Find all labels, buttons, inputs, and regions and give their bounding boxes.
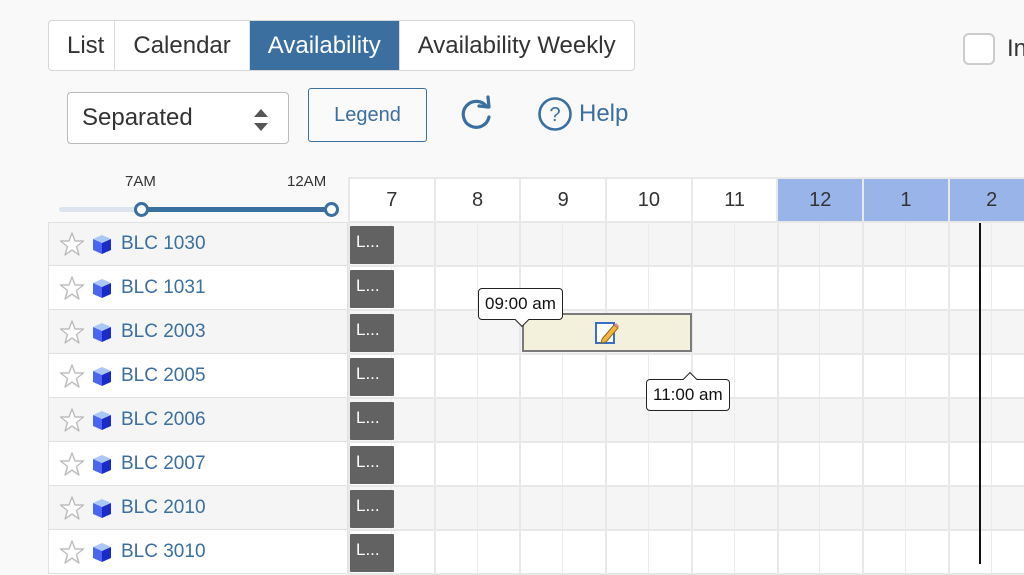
refresh-icon[interactable]: [457, 95, 495, 133]
view-tabs: List Calendar Availability Availability …: [48, 20, 635, 71]
favorite-star-icon[interactable]: [59, 231, 85, 257]
room-row: BLC 2003: [48, 310, 348, 354]
hour-header-cell: 1: [862, 177, 948, 223]
room-label-badge[interactable]: L...: [350, 270, 394, 308]
tab-calendar[interactable]: Calendar: [115, 21, 250, 70]
room-cube-icon: [93, 498, 111, 518]
grid-row: L...: [348, 531, 1024, 575]
room-row: BLC 2010: [48, 486, 348, 530]
range-end-handle[interactable]: [324, 202, 339, 217]
tab-list[interactable]: List: [49, 21, 116, 70]
favorite-star-icon[interactable]: [59, 275, 85, 301]
room-cube-icon: [93, 410, 111, 430]
hour-header: 7 8 9 10 11 12 1 2: [348, 177, 1024, 223]
room-list: BLC 1030 BLC 1031 BLC 2003 BLC 2005 BLC 2006…: [48, 222, 348, 574]
room-name-link[interactable]: BLC 2006: [121, 409, 206, 431]
booking-start-tooltip: 09:00 am: [478, 288, 563, 328]
room-cube-icon: [93, 542, 111, 562]
tab-availability-weekly[interactable]: Availability Weekly: [400, 21, 634, 70]
question-circle-icon: ?: [538, 97, 572, 131]
option-checkbox[interactable]: [963, 33, 995, 65]
room-label-badge[interactable]: L...: [350, 402, 394, 440]
hour-header-cell: 8: [433, 177, 520, 223]
room-label-badge[interactable]: L...: [350, 314, 394, 352]
grid-row: L...: [348, 487, 1024, 531]
booking-end-time: 11:00 am: [653, 385, 723, 404]
booking-end-tooltip: 11:00 am: [646, 371, 730, 411]
help-link[interactable]: ? Help: [537, 96, 628, 132]
room-row: BLC 1030: [48, 222, 348, 266]
legend-button[interactable]: Legend: [308, 88, 427, 142]
edit-pencil-icon[interactable]: [594, 320, 620, 346]
room-label-badge[interactable]: L...: [350, 358, 394, 396]
checkbox-label: In: [1007, 35, 1024, 62]
favorite-star-icon[interactable]: [59, 539, 85, 565]
grid-row: L...: [348, 267, 1024, 311]
room-cube-icon: [93, 235, 111, 254]
favorite-star-icon[interactable]: [59, 407, 85, 433]
room-row: BLC 2005: [48, 354, 348, 398]
hour-header-cell: 12: [776, 177, 863, 223]
range-start-handle[interactable]: [133, 202, 149, 217]
hour-header-cell: 9: [519, 177, 606, 223]
checkbox-option: In: [963, 33, 1024, 65]
booking-start-time: 09:00 am: [485, 294, 556, 313]
grid-row: L...: [348, 223, 1024, 267]
room-row: BLC 2006: [48, 398, 348, 442]
hour-header-cell: 10: [605, 177, 691, 223]
room-name-link[interactable]: BLC 2010: [121, 497, 206, 519]
range-start-label: 7AM: [125, 173, 156, 190]
view-mode-value: Separated: [82, 104, 193, 131]
favorite-star-icon[interactable]: [59, 451, 85, 477]
room-name-link[interactable]: BLC 3010: [121, 541, 206, 563]
room-name-link[interactable]: BLC 2003: [121, 321, 206, 343]
favorite-star-icon[interactable]: [59, 363, 85, 389]
room-row: BLC 1031: [48, 266, 348, 310]
grid-row: L...: [348, 443, 1024, 487]
select-arrows-icon: [254, 109, 268, 131]
help-label: Help: [579, 100, 629, 127]
hour-header-cell: 7: [348, 177, 434, 223]
room-row: BLC 3010: [48, 530, 348, 574]
favorite-star-icon[interactable]: [59, 495, 85, 521]
current-time-line: [979, 223, 981, 564]
room-label-badge[interactable]: L...: [350, 490, 394, 528]
room-cube-icon: [93, 278, 111, 298]
svg-text:?: ?: [549, 104, 560, 126]
hour-header-cell: 2: [947, 177, 1024, 223]
room-cube-icon: [93, 322, 111, 342]
tab-availability[interactable]: Availability: [249, 21, 400, 70]
room-name-link[interactable]: BLC 2005: [121, 365, 206, 387]
room-label-badge[interactable]: L...: [350, 534, 394, 572]
room-label-badge[interactable]: L...: [350, 446, 394, 484]
hour-header-cell: 11: [690, 177, 777, 223]
room-cube-icon: [93, 366, 111, 386]
room-name-link[interactable]: BLC 2007: [121, 453, 206, 475]
room-row: BLC 2007: [48, 442, 348, 486]
range-end-label: 12AM: [287, 173, 327, 190]
time-range-fill: [140, 207, 331, 212]
favorite-star-icon[interactable]: [59, 319, 85, 345]
room-cube-icon: [93, 454, 111, 474]
view-mode-select[interactable]: Separated: [67, 92, 289, 144]
room-name-link[interactable]: BLC 1031: [121, 277, 206, 299]
room-label-badge[interactable]: L...: [350, 226, 394, 264]
room-name-link[interactable]: BLC 1030: [121, 233, 206, 255]
